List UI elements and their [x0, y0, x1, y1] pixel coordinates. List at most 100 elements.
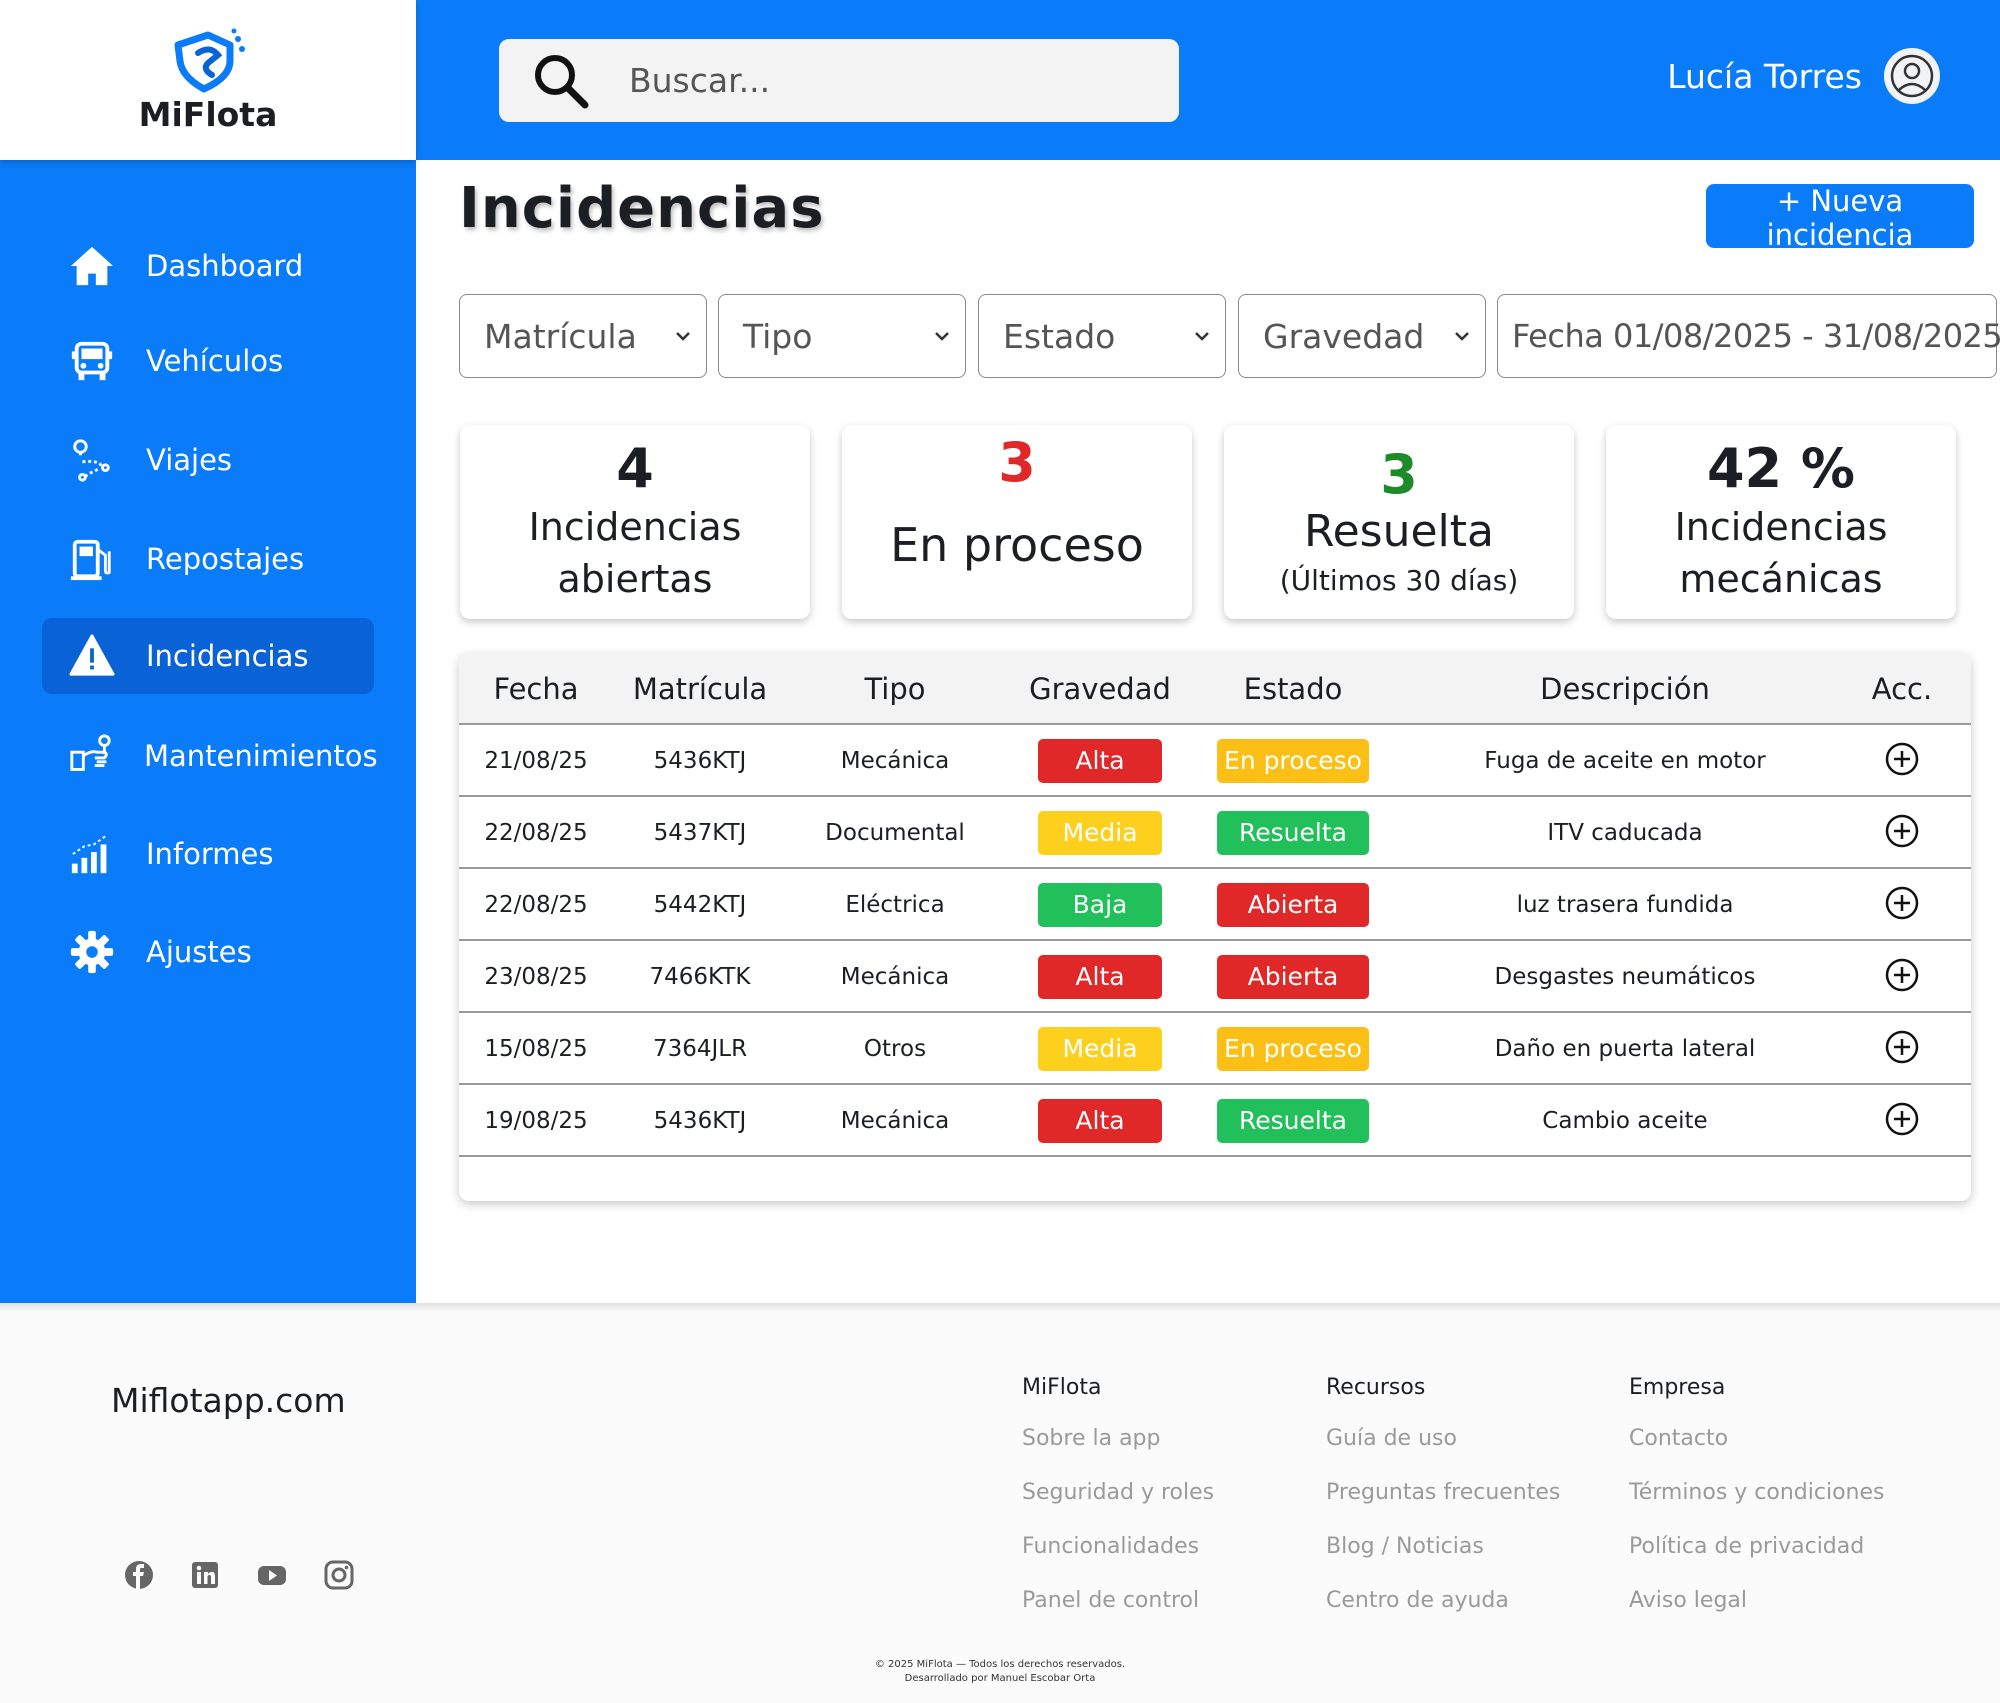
status-badge: Resuelta	[1217, 1099, 1369, 1143]
column-header[interactable]: Fecha	[493, 653, 578, 725]
sidebar-item-ajustes[interactable]: Ajustes	[42, 914, 374, 990]
user-menu[interactable]: Lucía Torres	[1667, 48, 1940, 104]
chevron-down-icon	[676, 332, 690, 341]
sidebar-item-incidencias[interactable]: Incidencias	[42, 618, 374, 694]
sidebar-item-vehiculos[interactable]: Vehículos	[42, 323, 374, 399]
table-row[interactable]: 21/08/25 5436KTJ Mecánica Alta En proceso Fug…	[459, 725, 1971, 797]
new-incident-button[interactable]: + Nueva incidencia	[1706, 184, 1974, 252]
add-circle-icon[interactable]	[1884, 957, 1920, 993]
cell-descripcion: luz trasera fundida	[1516, 892, 1734, 918]
route-icon	[68, 436, 116, 484]
stat-card-abiertas: 4 Incidencias abiertas	[460, 425, 810, 619]
footer-divider	[0, 1303, 2000, 1311]
cell-matricula: 5436KTJ	[653, 748, 747, 774]
cell-fecha: 15/08/25	[484, 1036, 588, 1062]
severity-badge: Baja	[1038, 883, 1162, 927]
cell-fecha: 22/08/25	[484, 820, 588, 846]
cell-descripcion: Cambio aceite	[1542, 1108, 1708, 1134]
footer-link[interactable]: Aviso legal	[1629, 1588, 1885, 1613]
severity-badge: Media	[1038, 811, 1162, 855]
chevron-down-icon	[1195, 332, 1209, 341]
column-header[interactable]: Estado	[1244, 653, 1343, 725]
column-header: Acc.	[1871, 672, 1933, 706]
top-header: Lucía Torres	[416, 0, 2000, 160]
status-badge: En proceso	[1217, 739, 1369, 783]
add-circle-icon[interactable]	[1884, 1101, 1920, 1137]
column-header[interactable]: Matrícula	[633, 653, 767, 725]
add-circle-icon[interactable]	[1884, 813, 1920, 849]
filter-matricula[interactable]: Matrícula	[459, 294, 707, 378]
user-icon	[1890, 54, 1934, 98]
footer-link[interactable]: Política de privacidad	[1629, 1534, 1885, 1559]
youtube-icon[interactable]	[256, 1559, 288, 1591]
search-input[interactable]	[629, 61, 1149, 100]
sidebar-item-repostajes[interactable]: Repostajes	[42, 521, 374, 597]
sidebar-item-informes[interactable]: Informes	[42, 816, 374, 892]
cell-tipo: Otros	[863, 1036, 927, 1062]
site-link[interactable]: Miflotapp.com	[111, 1381, 346, 1420]
cell-descripcion: Fuga de aceite en motor	[1484, 748, 1766, 774]
cell-fecha: 19/08/25	[484, 1108, 588, 1134]
fuel-icon	[68, 535, 116, 583]
status-badge: Resuelta	[1217, 811, 1369, 855]
incidents-table: Fecha Matrícula Tipo Gravedad Estado Des…	[459, 653, 1971, 1201]
column-header[interactable]: Descripción	[1540, 653, 1710, 725]
footer-column-empresa: Empresa Contacto Términos y condiciones …	[1629, 1375, 1885, 1613]
filter-estado[interactable]: Estado	[978, 294, 1226, 378]
cell-fecha: 22/08/25	[484, 892, 588, 918]
table-row[interactable]: 15/08/25 7364JLR Otros Media En proceso Daño …	[459, 1013, 1971, 1085]
footer-link[interactable]: Panel de control	[1022, 1588, 1214, 1613]
search-bar[interactable]	[499, 39, 1179, 122]
avatar[interactable]	[1884, 48, 1940, 104]
logo-icon	[174, 28, 245, 92]
cell-descripcion: ITV caducada	[1547, 820, 1703, 846]
add-circle-icon[interactable]	[1884, 885, 1920, 921]
footer-link[interactable]: Términos y condiciones	[1629, 1480, 1885, 1505]
footer-link[interactable]: Seguridad y roles	[1022, 1480, 1214, 1505]
add-circle-icon[interactable]	[1884, 741, 1920, 777]
search-icon	[535, 54, 589, 108]
footer-link[interactable]: Centro de ayuda	[1326, 1588, 1560, 1613]
footer-link[interactable]: Funcionalidades	[1022, 1534, 1214, 1559]
instagram-icon[interactable]	[323, 1559, 355, 1591]
footer-link[interactable]: Preguntas frecuentes	[1326, 1480, 1560, 1505]
table-row[interactable]: 23/08/25 7466KTK Mecánica Alta Abierta Desgas…	[459, 941, 1971, 1013]
facebook-icon[interactable]	[123, 1559, 155, 1591]
stat-card-resuelta: 3 Resuelta (Últimos 30 días)	[1224, 425, 1574, 619]
add-circle-icon[interactable]	[1884, 1029, 1920, 1065]
filter-fecha[interactable]: Fecha 01/08/2025 - 31/08/2025	[1497, 294, 2000, 378]
truck-icon	[68, 337, 116, 385]
wrench-icon	[68, 732, 114, 780]
severity-badge: Alta	[1038, 955, 1162, 999]
table-row[interactable]: 19/08/25 5436KTJ Mecánica Alta Resuelta Cambi…	[459, 1085, 1971, 1157]
footer: Miflotapp.com MiFlota Sobre la app Segur…	[0, 1311, 2000, 1703]
table-row[interactable]: 22/08/25 5437KTJ Documental Media Resuelta IT…	[459, 797, 1971, 869]
sidebar-item-mantenimientos[interactable]: Mantenimientos	[42, 718, 378, 794]
filter-tipo[interactable]: Tipo	[718, 294, 966, 378]
footer-column-recursos: Recursos Guía de uso Preguntas frecuente…	[1326, 1375, 1561, 1613]
cell-tipo: Eléctrica	[845, 892, 945, 918]
sidebar-item-dashboard[interactable]: Dashboard	[42, 228, 374, 304]
cell-tipo: Mecánica	[840, 1108, 950, 1134]
linkedin-icon[interactable]	[189, 1559, 221, 1591]
page-title: Incidencias	[459, 176, 825, 241]
app-logo[interactable]: MiFlota	[0, 0, 416, 160]
column-header[interactable]: Tipo	[864, 653, 925, 725]
footer-link[interactable]: Sobre la app	[1022, 1426, 1214, 1451]
stat-value: 4	[616, 437, 654, 501]
cell-matricula: 7364JLR	[652, 1036, 748, 1062]
stat-value: 3	[998, 431, 1036, 494]
footer-link[interactable]: Blog / Noticias	[1326, 1534, 1560, 1559]
sidebar-item-viajes[interactable]: Viajes	[42, 422, 374, 498]
footer-link[interactable]: Guía de uso	[1326, 1426, 1560, 1451]
filter-gravedad[interactable]: Gravedad	[1238, 294, 1486, 378]
stat-value: 3	[1380, 442, 1418, 506]
table-row[interactable]: 22/08/25 5442KTJ Eléctrica Baja Abierta luz t…	[459, 869, 1971, 941]
severity-badge: Media	[1038, 1027, 1162, 1071]
stat-card-mecanicas: 42 % Incidencias mecánicas	[1606, 425, 1956, 619]
severity-badge: Alta	[1038, 1099, 1162, 1143]
sidebar: Dashboard Vehículos Viajes Repostajes In…	[0, 160, 416, 1303]
gear-icon	[68, 928, 116, 976]
footer-link[interactable]: Contacto	[1629, 1426, 1885, 1451]
column-header[interactable]: Gravedad	[1029, 653, 1171, 725]
